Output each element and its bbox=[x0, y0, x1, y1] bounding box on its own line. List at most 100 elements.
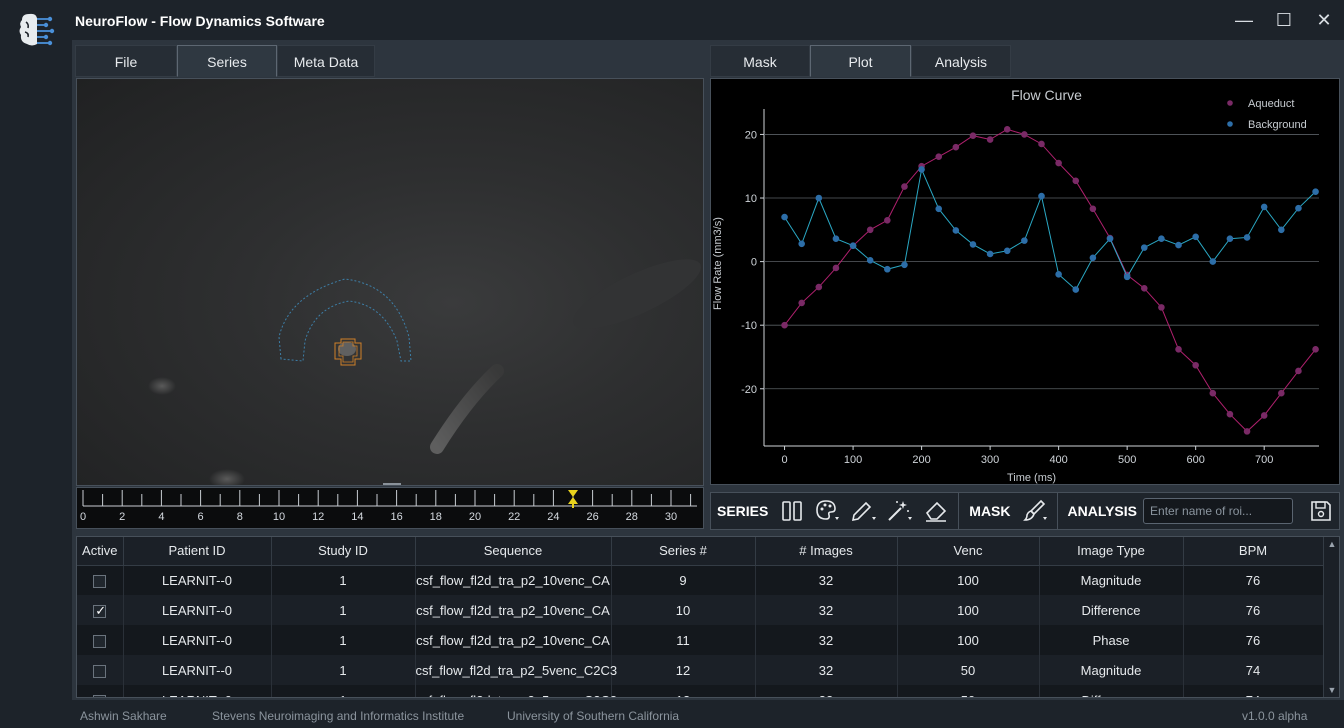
table-row[interactable]: LEARNIT--01csf_flow_fl2d_tra_p2_10venc_C… bbox=[77, 565, 1324, 595]
data-point-background bbox=[849, 242, 857, 250]
scroll-up-icon[interactable]: ▲ bbox=[1327, 539, 1337, 549]
data-point-aqueduct bbox=[1243, 428, 1251, 435]
slider-tick-label: 10 bbox=[273, 511, 285, 523]
columns-icon[interactable] bbox=[774, 495, 810, 527]
table-row[interactable]: LEARNIT--01csf_flow_fl2d_tra_p2_5venc_C2… bbox=[77, 685, 1324, 697]
x-tick-label: 600 bbox=[1186, 454, 1204, 466]
cell-images: 32 bbox=[755, 565, 898, 595]
y-tick-label: -10 bbox=[741, 320, 757, 332]
eraser-icon[interactable] bbox=[918, 495, 954, 527]
cell-study-id: 1 bbox=[271, 595, 416, 625]
save-icon[interactable] bbox=[1303, 495, 1339, 527]
tab-file-browser[interactable]: File Browser bbox=[75, 45, 177, 102]
cell-sequence: csf_flow_fl2d_tra_p2_10venc_CA bbox=[415, 565, 612, 595]
cell-images: 32 bbox=[755, 625, 898, 655]
slider-tick-label: 14 bbox=[351, 511, 363, 523]
cell-active bbox=[77, 685, 124, 697]
magic-wand-icon[interactable] bbox=[882, 495, 918, 527]
cell-patient-id: LEARNIT--0 bbox=[123, 595, 272, 625]
tab-series[interactable]: Series bbox=[177, 45, 277, 77]
slider-tick-label: 2 bbox=[119, 511, 125, 523]
column-header-images[interactable]: # Images bbox=[755, 537, 898, 566]
data-point-background bbox=[1106, 235, 1114, 243]
slider-tick-label: 16 bbox=[390, 511, 402, 523]
data-point-background bbox=[986, 250, 994, 258]
mri-image-viewer[interactable] bbox=[76, 78, 704, 486]
column-header-active[interactable]: Active bbox=[77, 537, 124, 566]
status-footer: Ashwin Sakhare Stevens Neuroimaging and … bbox=[72, 700, 1344, 728]
data-point-background bbox=[798, 240, 805, 248]
scroll-down-icon[interactable]: ▼ bbox=[1327, 685, 1337, 695]
cell-active bbox=[77, 595, 124, 625]
table-row[interactable]: LEARNIT--01csf_flow_fl2d_tra_p2_10venc_C… bbox=[77, 625, 1324, 655]
data-point-background bbox=[952, 227, 960, 234]
column-header-image-type[interactable]: Image Type bbox=[1039, 537, 1184, 566]
tab-mask[interactable]: Mask bbox=[710, 45, 810, 77]
footer-version: v1.0.0 alpha bbox=[1242, 709, 1308, 723]
data-point-aqueduct bbox=[1003, 126, 1011, 133]
data-point-background bbox=[1021, 237, 1028, 244]
cell-patient-id: LEARNIT--0 bbox=[123, 625, 272, 655]
cell-series-number: 12 bbox=[611, 655, 756, 685]
data-point-aqueduct bbox=[952, 143, 960, 151]
data-point-background bbox=[1312, 188, 1319, 195]
column-header-sequence[interactable]: Sequence bbox=[415, 537, 612, 566]
column-header-series-number[interactable]: Series # bbox=[611, 537, 756, 566]
minimize-button[interactable]: — bbox=[1230, 8, 1258, 32]
column-header-bpm[interactable]: BPM bbox=[1183, 537, 1324, 566]
analysis-section-label: ANALYSIS bbox=[1067, 503, 1138, 519]
close-button[interactable]: ✕ bbox=[1310, 8, 1338, 32]
tab-meta-data[interactable]: Meta Data bbox=[277, 45, 375, 77]
neuroflow-logo-icon bbox=[19, 13, 55, 46]
data-point-background bbox=[1089, 254, 1097, 262]
footer-university: University of Southern California bbox=[507, 709, 680, 723]
column-header-venc[interactable]: Venc bbox=[897, 537, 1040, 566]
y-tick-label: 20 bbox=[745, 129, 757, 141]
data-point-aqueduct bbox=[884, 216, 891, 224]
cell-bpm: 76 bbox=[1183, 625, 1324, 655]
app-title: NeuroFlow - Flow Dynamics Software bbox=[75, 13, 325, 29]
series-line-aqueduct bbox=[784, 128, 1316, 433]
data-point-background bbox=[918, 166, 925, 173]
table-row[interactable]: LEARNIT--01csf_flow_fl2d_tra_p2_10venc_C… bbox=[77, 595, 1324, 625]
flow-curve-chart: -20-10010200 100 200 300 400 500 600 700Flow Cu… bbox=[712, 87, 1319, 484]
mask-section-label: MASK bbox=[969, 503, 1011, 519]
x-tick-label: 400 bbox=[1049, 454, 1067, 466]
y-tick-label: -20 bbox=[741, 384, 757, 396]
data-point-aqueduct bbox=[1192, 361, 1199, 369]
cell-image-type: Difference bbox=[1039, 595, 1184, 625]
cell-bpm: 76 bbox=[1183, 565, 1324, 595]
column-header-patient-id[interactable]: Patient ID bbox=[123, 537, 272, 566]
cell-sequence: csf_flow_fl2d_tra_p2_5venc_C2C3 bbox=[415, 655, 617, 685]
slider-tick-label: 30 bbox=[665, 511, 677, 523]
data-point-aqueduct bbox=[986, 136, 994, 143]
left-tab-bar: File Browser Series Meta Data bbox=[75, 45, 375, 102]
cell-series-number: 11 bbox=[611, 625, 756, 655]
cell-patient-id: LEARNIT--0 bbox=[123, 655, 272, 685]
legend-label-background: Background bbox=[1248, 119, 1307, 131]
active-checkbox[interactable] bbox=[93, 694, 107, 697]
active-checkbox[interactable] bbox=[93, 603, 107, 619]
active-checkbox[interactable] bbox=[93, 634, 107, 648]
maximize-button[interactable]: ☐ bbox=[1270, 8, 1298, 32]
tab-analysis[interactable]: Analysis bbox=[911, 45, 1011, 77]
table-row[interactable]: LEARNIT--01csf_flow_fl2d_tra_p2_5venc_C2… bbox=[77, 655, 1324, 685]
active-checkbox[interactable] bbox=[93, 574, 107, 588]
flow-curve-plot: -20 -10 0 10 20 0 100 200 300 400 500 600 700 Flow Cu… bbox=[710, 78, 1340, 485]
cell-sequence: csf_flow_fl2d_tra_p2_10venc_CA bbox=[415, 625, 612, 655]
brush-icon[interactable] bbox=[1017, 495, 1053, 527]
pencil-icon[interactable] bbox=[846, 495, 882, 527]
data-point-aqueduct bbox=[1158, 304, 1165, 311]
data-point-background bbox=[901, 261, 908, 269]
data-point-background bbox=[969, 241, 977, 248]
roi-name-input[interactable] bbox=[1143, 498, 1294, 524]
right-tab-bar: Mask Plot Analysis bbox=[710, 45, 1011, 77]
data-point-aqueduct bbox=[866, 226, 874, 234]
active-checkbox[interactable] bbox=[93, 664, 107, 678]
frame-slider[interactable]: 0 2 4 6 8 10 12 14 16 18 20 22 24 26 28 30 bbox=[76, 487, 704, 529]
tab-plot[interactable]: Plot bbox=[810, 45, 911, 77]
data-point-background bbox=[1072, 286, 1080, 293]
palette-icon[interactable] bbox=[810, 495, 846, 527]
table-scrollbar[interactable]: ▲ ▼ bbox=[1323, 537, 1339, 697]
column-header-study-id[interactable]: Study ID bbox=[271, 537, 416, 566]
